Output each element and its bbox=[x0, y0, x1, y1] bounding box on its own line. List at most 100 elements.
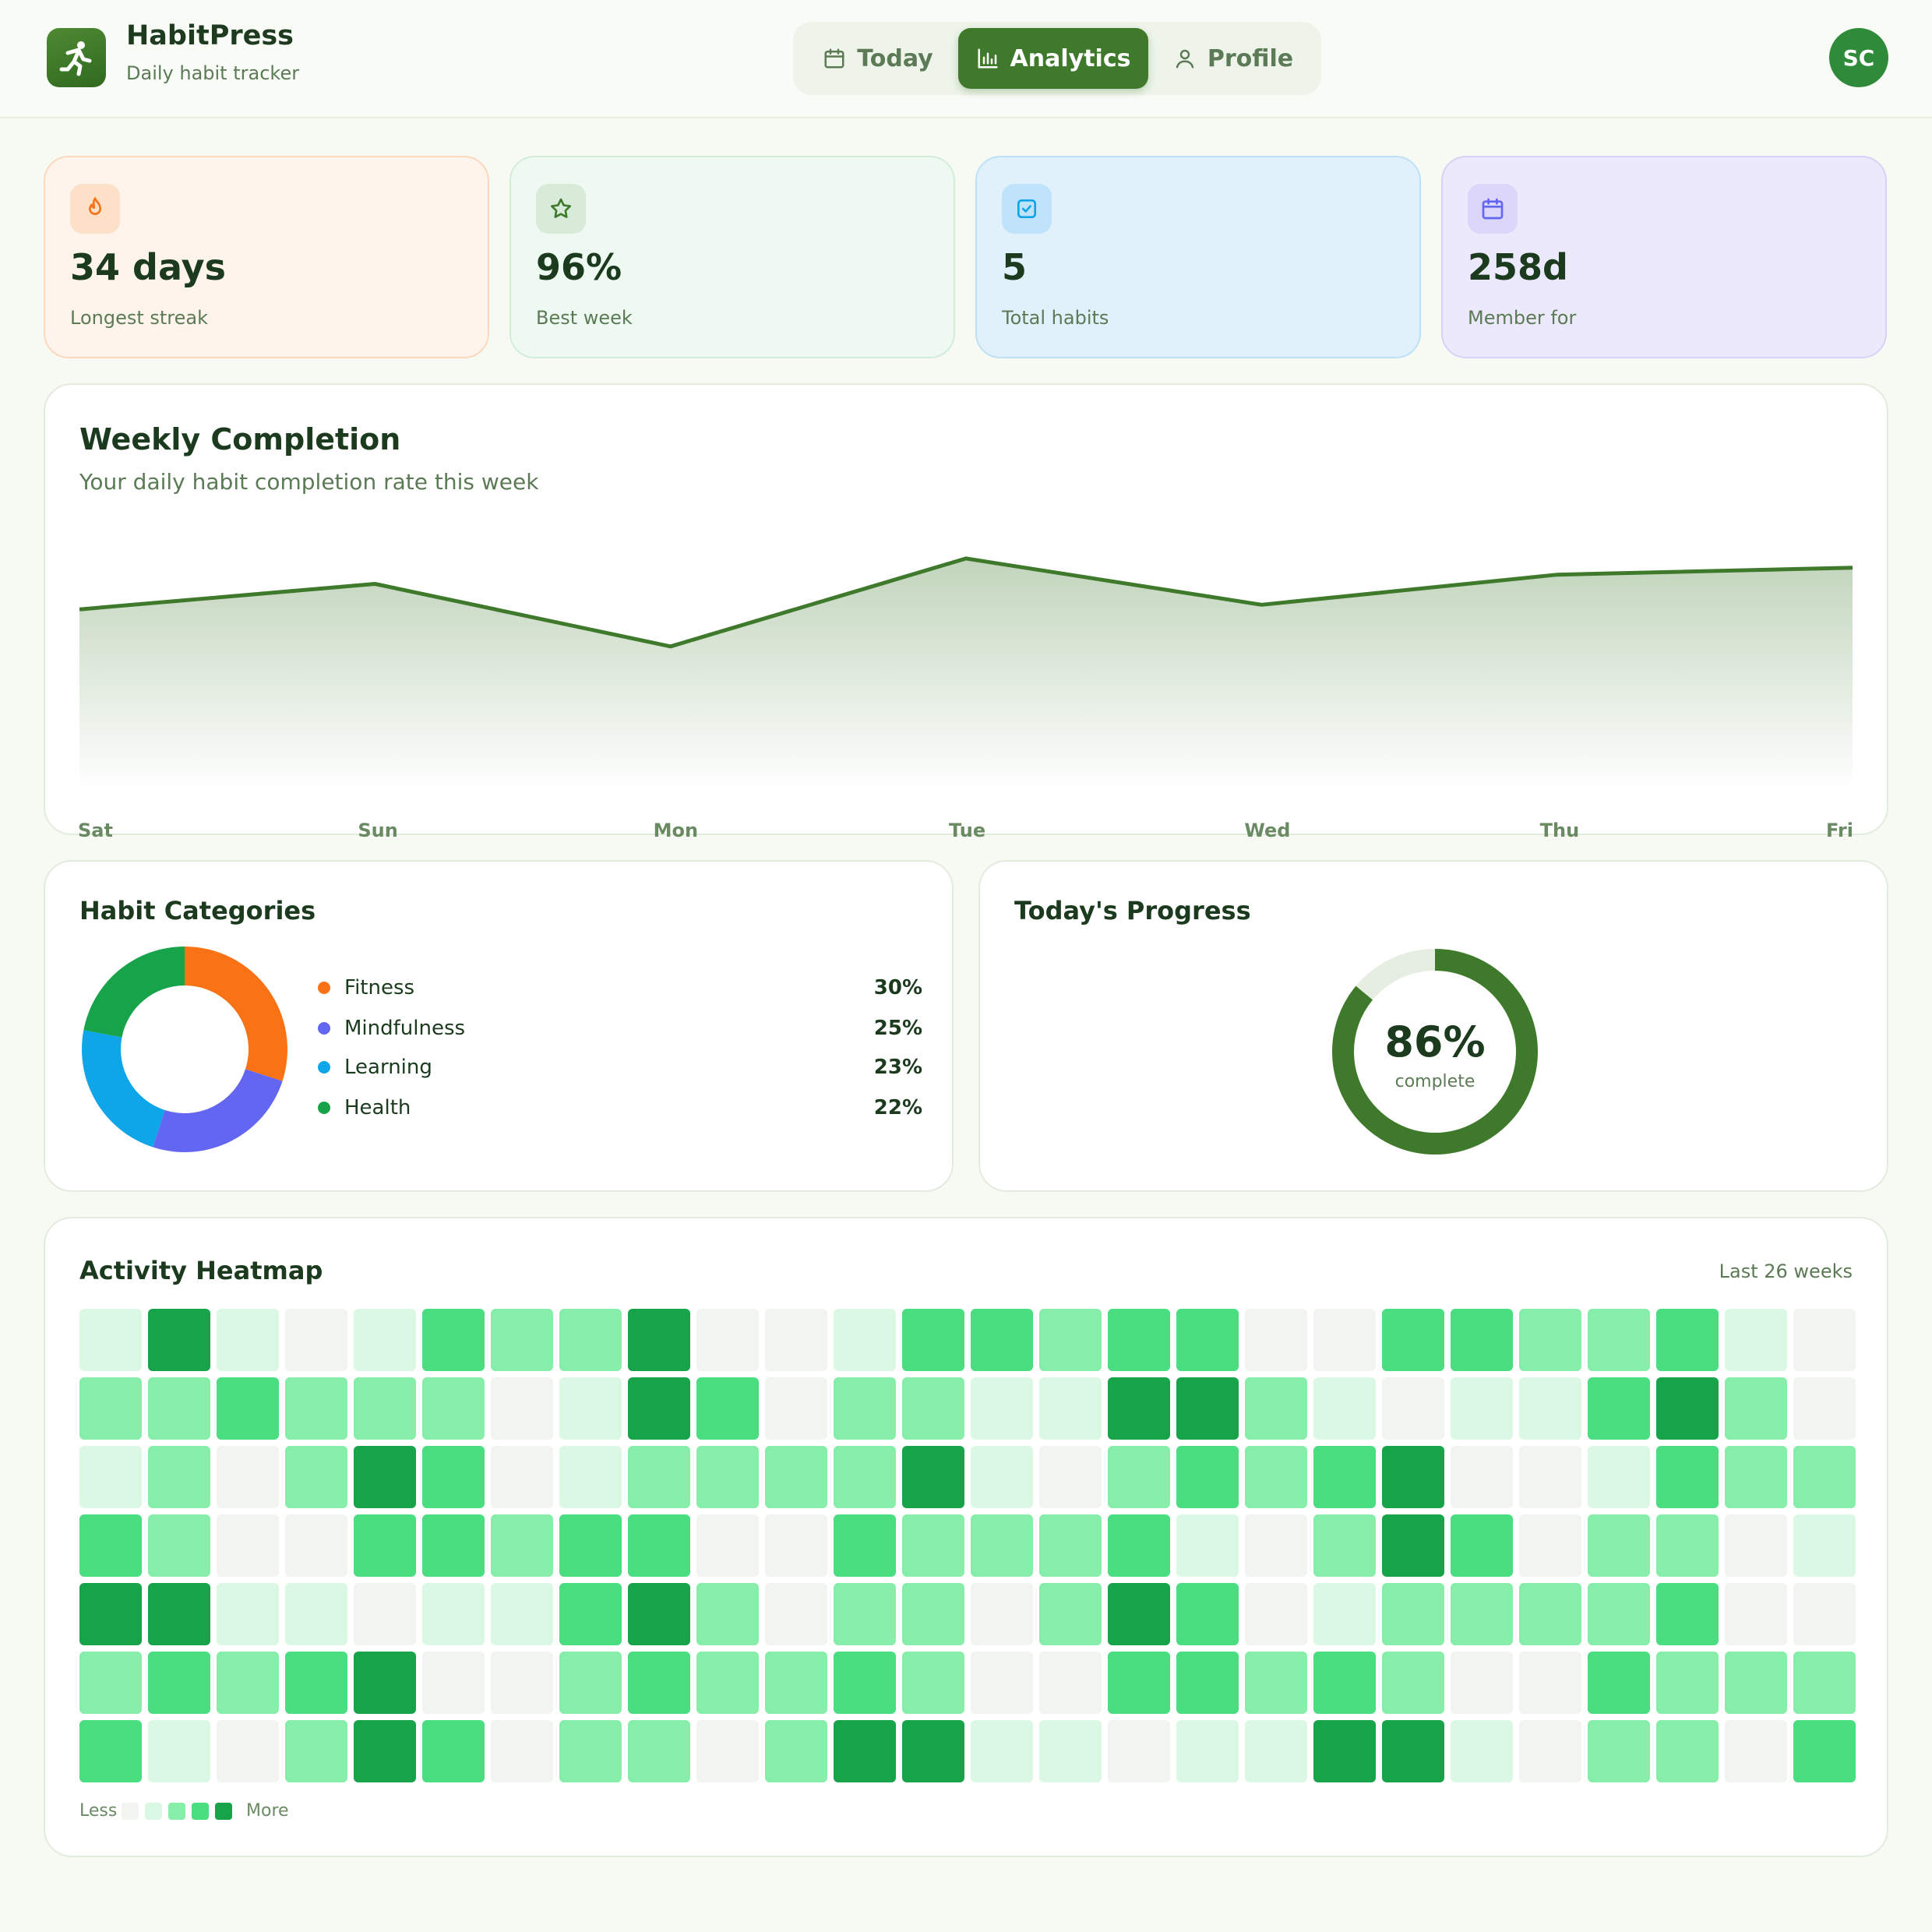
heatmap-cell[interactable] bbox=[1588, 1377, 1650, 1440]
heatmap-cell[interactable] bbox=[79, 1514, 142, 1577]
heatmap-cell[interactable] bbox=[971, 1720, 1033, 1782]
heatmap-cell[interactable] bbox=[1451, 1652, 1513, 1714]
heatmap-cell[interactable] bbox=[1656, 1652, 1719, 1714]
heatmap-cell[interactable] bbox=[422, 1446, 485, 1508]
heatmap-cell[interactable] bbox=[628, 1583, 690, 1645]
heatmap-cell[interactable] bbox=[1656, 1309, 1719, 1371]
heatmap-cell[interactable] bbox=[1451, 1514, 1513, 1577]
heatmap-cell[interactable] bbox=[422, 1583, 485, 1645]
heatmap-cell[interactable] bbox=[148, 1514, 210, 1577]
heatmap-cell[interactable] bbox=[1108, 1309, 1170, 1371]
heatmap-cell[interactable] bbox=[1656, 1583, 1719, 1645]
heatmap-cell[interactable] bbox=[217, 1377, 279, 1440]
heatmap-cell[interactable] bbox=[696, 1514, 759, 1577]
heatmap-cell[interactable] bbox=[285, 1583, 347, 1645]
heatmap-cell[interactable] bbox=[491, 1377, 553, 1440]
heatmap-cell[interactable] bbox=[422, 1309, 485, 1371]
heatmap-cell[interactable] bbox=[902, 1514, 964, 1577]
heatmap-cell[interactable] bbox=[1245, 1720, 1307, 1782]
heatmap-cell[interactable] bbox=[1793, 1583, 1856, 1645]
heatmap-cell[interactable] bbox=[422, 1377, 485, 1440]
heatmap-cell[interactable] bbox=[902, 1309, 964, 1371]
heatmap-cell[interactable] bbox=[696, 1377, 759, 1440]
heatmap-cell[interactable] bbox=[1451, 1720, 1513, 1782]
heatmap-cell[interactable] bbox=[1176, 1583, 1239, 1645]
heatmap-cell[interactable] bbox=[1245, 1446, 1307, 1508]
heatmap-cell[interactable] bbox=[628, 1720, 690, 1782]
heatmap-cell[interactable] bbox=[1519, 1652, 1581, 1714]
heatmap-cell[interactable] bbox=[1176, 1446, 1239, 1508]
heatmap-cell[interactable] bbox=[285, 1446, 347, 1508]
heatmap-cell[interactable] bbox=[79, 1583, 142, 1645]
heatmap-cell[interactable] bbox=[1656, 1377, 1719, 1440]
heatmap-cell[interactable] bbox=[1039, 1309, 1102, 1371]
tab-today[interactable]: Today bbox=[812, 28, 944, 89]
heatmap-cell[interactable] bbox=[1176, 1514, 1239, 1577]
heatmap-cell[interactable] bbox=[491, 1652, 553, 1714]
heatmap-cell[interactable] bbox=[1656, 1720, 1719, 1782]
heatmap-cell[interactable] bbox=[1039, 1446, 1102, 1508]
heatmap-cell[interactable] bbox=[1588, 1309, 1650, 1371]
heatmap-cell[interactable] bbox=[1382, 1514, 1444, 1577]
heatmap-cell[interactable] bbox=[491, 1583, 553, 1645]
heatmap-cell[interactable] bbox=[1245, 1377, 1307, 1440]
heatmap-cell[interactable] bbox=[902, 1446, 964, 1508]
user-avatar[interactable]: SC bbox=[1829, 28, 1888, 87]
heatmap-cell[interactable] bbox=[696, 1309, 759, 1371]
heatmap-cell[interactable] bbox=[1725, 1583, 1787, 1645]
heatmap-cell[interactable] bbox=[1313, 1652, 1376, 1714]
heatmap-cell[interactable] bbox=[285, 1720, 347, 1782]
heatmap-cell[interactable] bbox=[491, 1446, 553, 1508]
heatmap-cell[interactable] bbox=[971, 1652, 1033, 1714]
heatmap-cell[interactable] bbox=[902, 1377, 964, 1440]
heatmap-cell[interactable] bbox=[1725, 1309, 1787, 1371]
heatmap-cell[interactable] bbox=[559, 1652, 622, 1714]
heatmap-cell[interactable] bbox=[1176, 1652, 1239, 1714]
heatmap-cell[interactable] bbox=[354, 1514, 416, 1577]
heatmap-cell[interactable] bbox=[1451, 1377, 1513, 1440]
heatmap-cell[interactable] bbox=[1382, 1720, 1444, 1782]
heatmap-cell[interactable] bbox=[1793, 1720, 1856, 1782]
heatmap-cell[interactable] bbox=[354, 1720, 416, 1782]
heatmap-cell[interactable] bbox=[834, 1446, 896, 1508]
heatmap-cell[interactable] bbox=[1382, 1309, 1444, 1371]
heatmap-cell[interactable] bbox=[1519, 1377, 1581, 1440]
heatmap-cell[interactable] bbox=[1588, 1652, 1650, 1714]
heatmap-cell[interactable] bbox=[148, 1652, 210, 1714]
heatmap-cell[interactable] bbox=[354, 1377, 416, 1440]
heatmap-cell[interactable] bbox=[354, 1583, 416, 1645]
heatmap-cell[interactable] bbox=[285, 1514, 347, 1577]
heatmap-cell[interactable] bbox=[217, 1720, 279, 1782]
heatmap-cell[interactable] bbox=[1725, 1720, 1787, 1782]
heatmap-cell[interactable] bbox=[285, 1652, 347, 1714]
heatmap-cell[interactable] bbox=[696, 1446, 759, 1508]
heatmap-cell[interactable] bbox=[1451, 1309, 1513, 1371]
heatmap-cell[interactable] bbox=[902, 1652, 964, 1714]
heatmap-cell[interactable] bbox=[422, 1720, 485, 1782]
heatmap-cell[interactable] bbox=[148, 1720, 210, 1782]
heatmap-cell[interactable] bbox=[1725, 1377, 1787, 1440]
heatmap-cell[interactable] bbox=[696, 1652, 759, 1714]
heatmap-cell[interactable] bbox=[765, 1446, 827, 1508]
heatmap-cell[interactable] bbox=[971, 1377, 1033, 1440]
heatmap-cell[interactable] bbox=[765, 1377, 827, 1440]
heatmap-cell[interactable] bbox=[559, 1514, 622, 1577]
heatmap-cell[interactable] bbox=[1793, 1377, 1856, 1440]
heatmap-cell[interactable] bbox=[559, 1720, 622, 1782]
heatmap-cell[interactable] bbox=[1108, 1652, 1170, 1714]
heatmap-cell[interactable] bbox=[1519, 1720, 1581, 1782]
heatmap-cell[interactable] bbox=[834, 1377, 896, 1440]
heatmap-cell[interactable] bbox=[559, 1583, 622, 1645]
heatmap-cell[interactable] bbox=[285, 1309, 347, 1371]
heatmap-cell[interactable] bbox=[1108, 1720, 1170, 1782]
heatmap-cell[interactable] bbox=[79, 1309, 142, 1371]
heatmap-cell[interactable] bbox=[1725, 1446, 1787, 1508]
heatmap-cell[interactable] bbox=[1039, 1514, 1102, 1577]
heatmap-cell[interactable] bbox=[285, 1377, 347, 1440]
heatmap-cell[interactable] bbox=[354, 1309, 416, 1371]
heatmap-cell[interactable] bbox=[148, 1377, 210, 1440]
heatmap-cell[interactable] bbox=[1313, 1514, 1376, 1577]
tab-analytics[interactable]: Analytics bbox=[958, 28, 1148, 89]
heatmap-cell[interactable] bbox=[491, 1309, 553, 1371]
heatmap-cell[interactable] bbox=[1108, 1583, 1170, 1645]
